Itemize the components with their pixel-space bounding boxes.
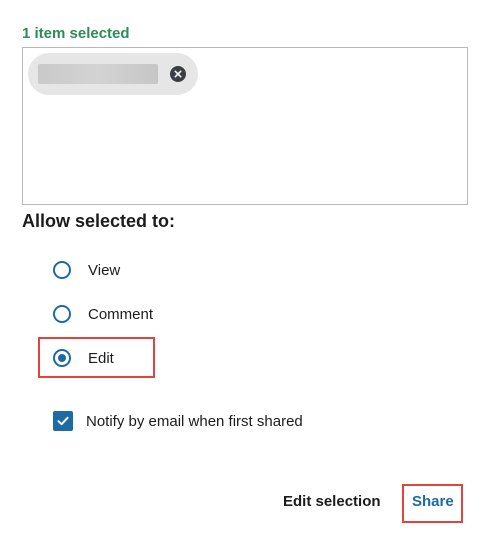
radio-view[interactable]: View [53, 259, 120, 281]
radio-edit[interactable]: Edit [53, 347, 114, 369]
radio-label-view: View [88, 261, 121, 279]
radio-label-comment: Comment [88, 305, 154, 323]
selection-box [22, 47, 468, 205]
checkmark-icon [57, 416, 69, 426]
radio-label-edit: Edit [88, 349, 114, 367]
notify-label: Notify by email when first shared [86, 412, 303, 430]
notify-row[interactable]: Notify by email when first shared [53, 410, 303, 432]
remove-item-button[interactable] [170, 66, 186, 82]
radio-circle-edit[interactable] [53, 349, 71, 367]
radio-circle-comment[interactable] [53, 305, 71, 323]
radio-comment[interactable]: Comment [53, 303, 153, 325]
share-button[interactable]: Share [412, 493, 454, 510]
selected-count-label: 1 item selected [22, 25, 130, 42]
allow-heading: Allow selected to: [22, 211, 176, 231]
selected-item-chip [28, 53, 198, 95]
notify-checkbox[interactable] [53, 411, 73, 431]
edit-selection-button[interactable]: Edit selection [283, 493, 381, 510]
close-icon [174, 70, 182, 78]
redacted-item-name [38, 64, 158, 84]
radio-circle-view[interactable] [53, 261, 71, 279]
